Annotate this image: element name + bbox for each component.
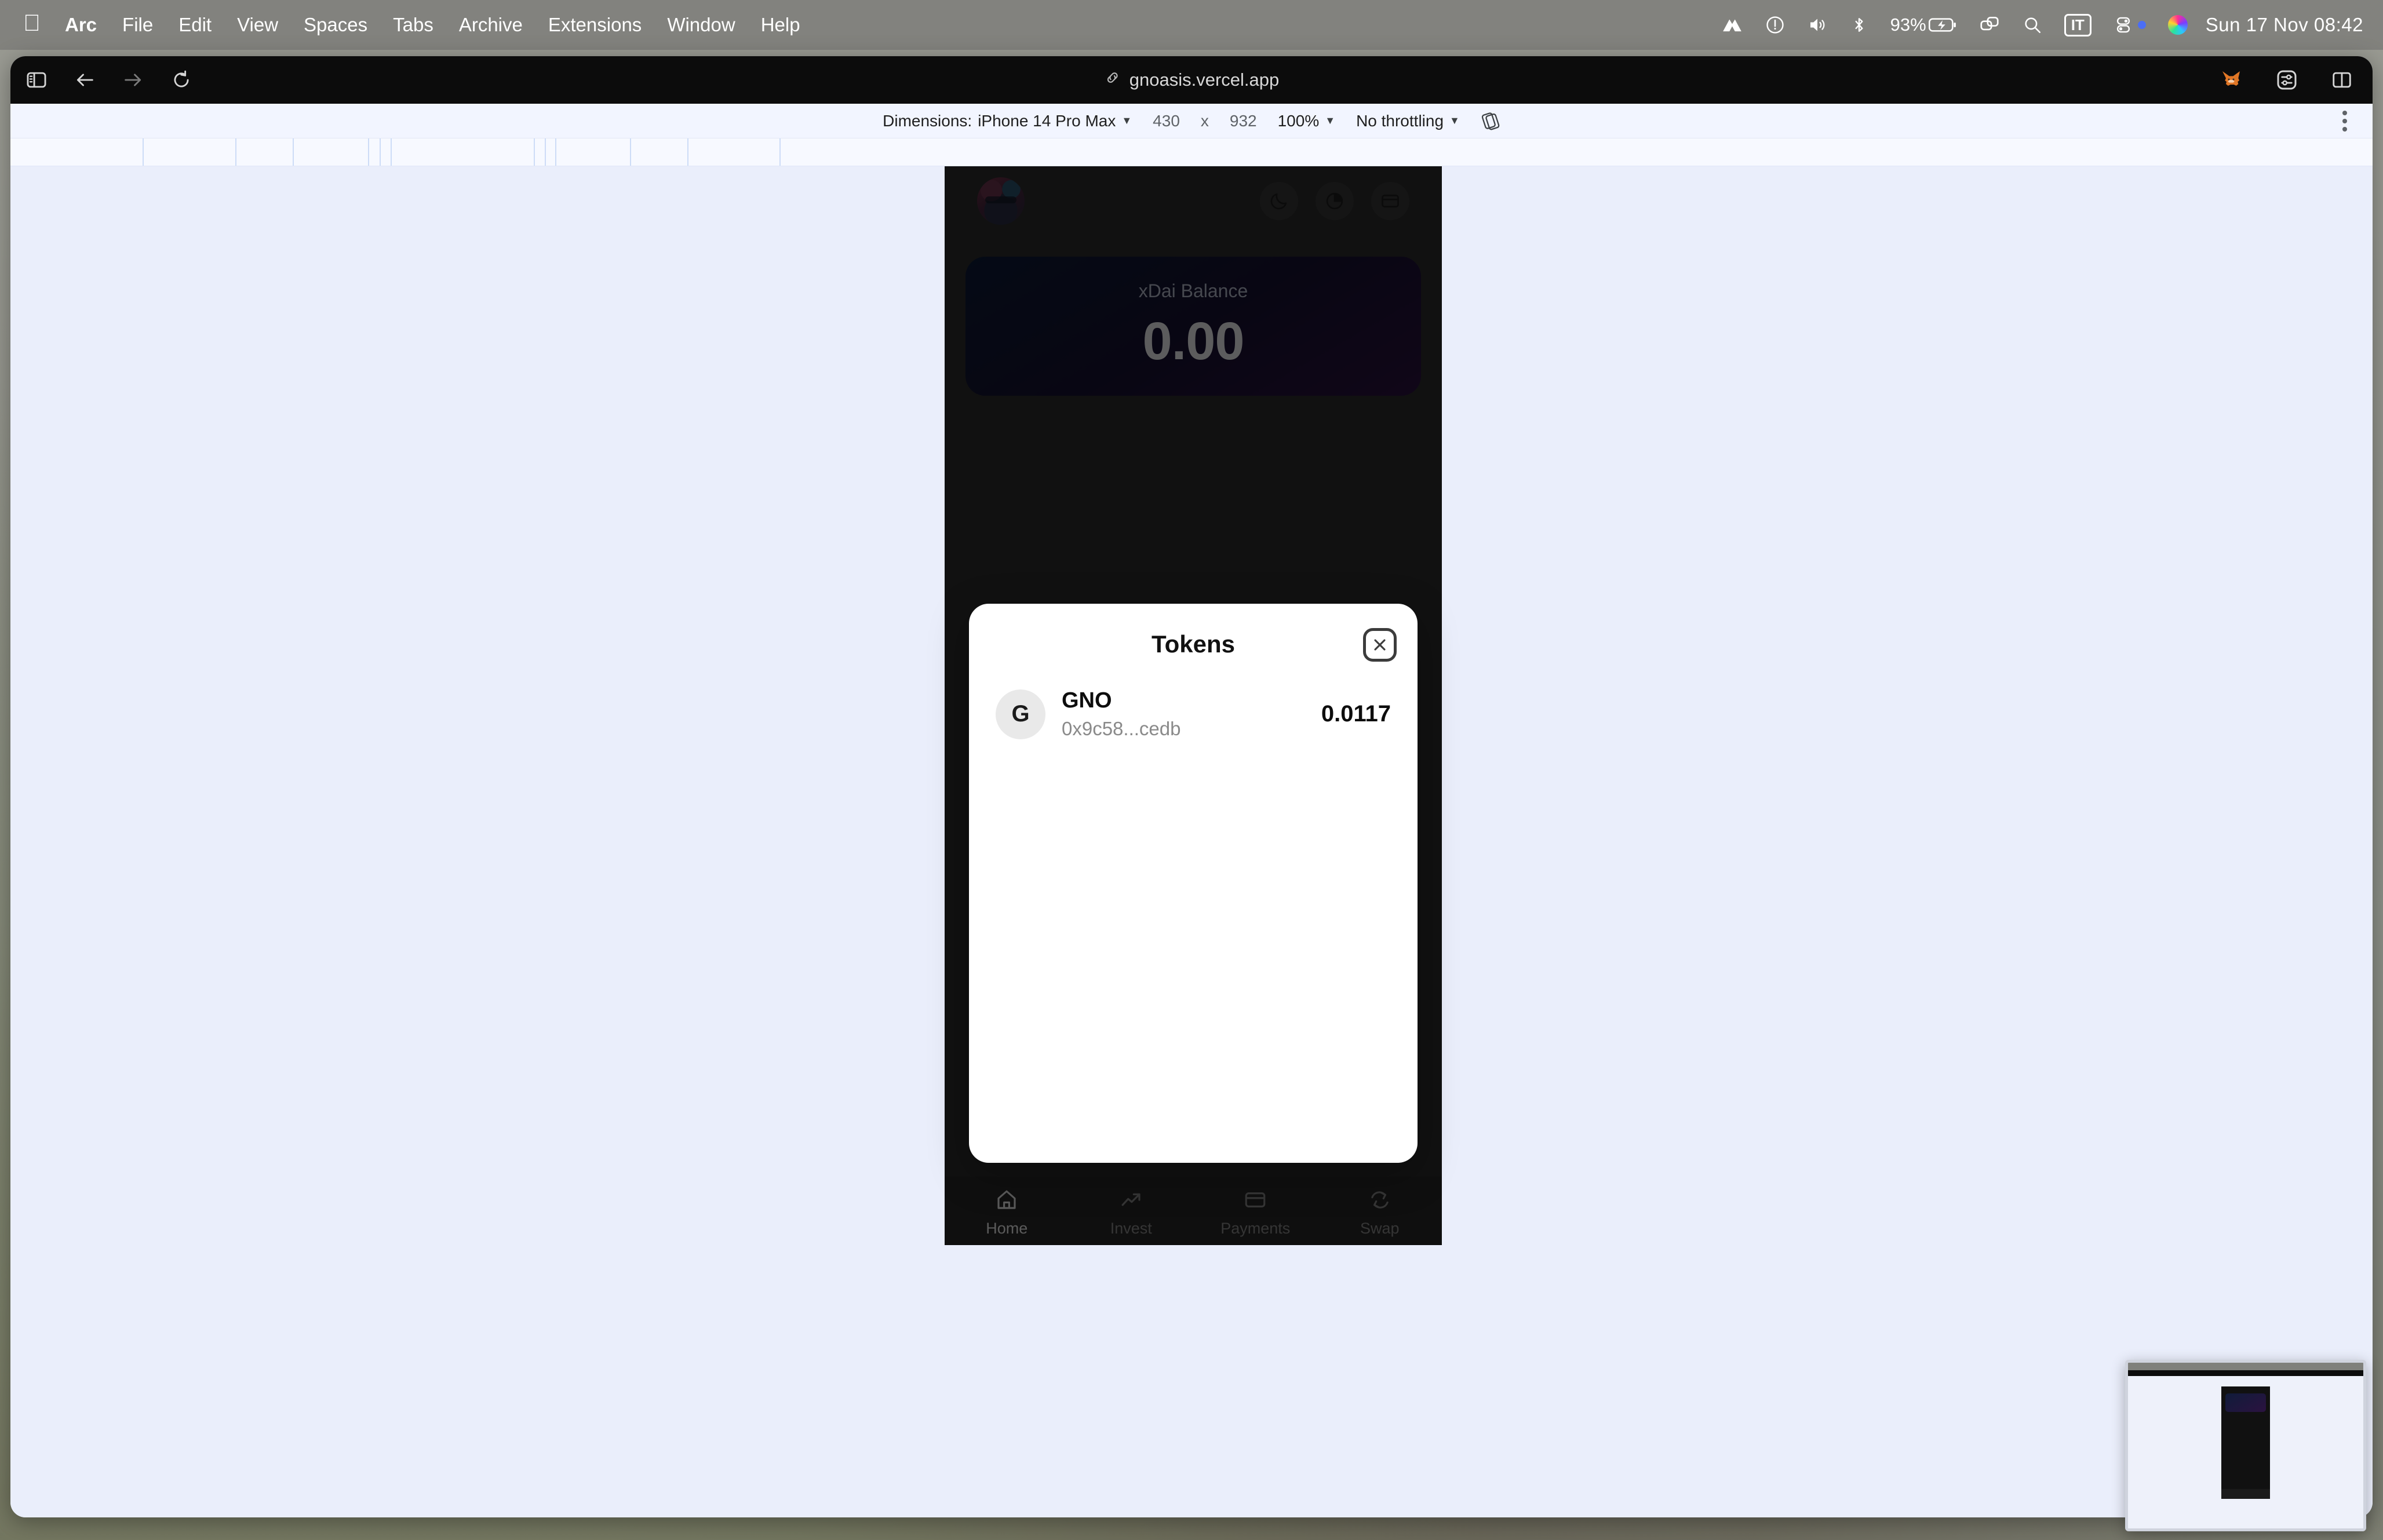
modal-title: Tokens <box>1152 630 1235 658</box>
status-dot <box>2137 21 2146 29</box>
token-symbol: GNO <box>1062 688 1112 713</box>
close-x-icon[interactable] <box>1363 628 1397 662</box>
control-center-icon[interactable] <box>2103 15 2157 35</box>
menu-item-archive[interactable]: Archive <box>446 14 535 36</box>
menu-item-arc[interactable]: Arc <box>52 14 110 36</box>
menu-item-tabs[interactable]: Tabs <box>380 14 446 36</box>
metamask-fox-icon[interactable] <box>2220 68 2243 92</box>
macos-menu-bar:  Arc File Edit View Spaces Tabs Archive… <box>0 0 2383 50</box>
token-row[interactable]: G GNO 0x9c58...cedb 0.0117 <box>996 688 1391 740</box>
token-amount: 0.0117 <box>1321 701 1391 727</box>
sliders-icon[interactable] <box>2275 68 2298 92</box>
preview-menu-bar <box>2128 1363 2363 1370</box>
zoom-select[interactable]: 100% ▼ <box>1267 112 1346 130</box>
device-preset-value: iPhone 14 Pro Max <box>978 111 1116 130</box>
throttling-select[interactable]: No throttling ▼ <box>1346 112 1470 130</box>
menu-item-extensions[interactable]: Extensions <box>535 14 654 36</box>
bluetooth-icon[interactable] <box>1839 16 1879 34</box>
menu-item-help[interactable]: Help <box>748 14 813 36</box>
forward-arrow-icon[interactable] <box>122 68 145 92</box>
preview-device-bar <box>2128 1376 2363 1381</box>
chevron-down-icon: ▼ <box>1449 115 1460 126</box>
page-viewport: xDai Balance 0.00 Home Invest Payments <box>10 166 2373 1517</box>
rotate-device-icon[interactable] <box>1470 111 1511 131</box>
device-preset-select[interactable]: Dimensions: iPhone 14 Pro Max ▼ <box>872 112 1142 130</box>
menu-item-file[interactable]: File <box>110 14 166 36</box>
battery-charging-icon <box>1928 18 1956 32</box>
chevron-down-icon: ▼ <box>1121 115 1132 126</box>
viewport-width-input[interactable]: 430 <box>1142 112 1190 130</box>
chevron-down-icon: ▼ <box>1325 115 1336 126</box>
devtools-ruler <box>10 138 2373 166</box>
token-avatar: G <box>996 689 1045 739</box>
browser-window: gnoasis.vercel.app Dimensions: iPhone 14… <box>10 56 2373 1517</box>
preview-balance-card <box>2225 1393 2266 1412</box>
keyboard-layout-indicator[interactable]: IT <box>2053 13 2103 37</box>
address-bar[interactable]: gnoasis.vercel.app <box>1104 69 1280 91</box>
menu-item-view[interactable]: View <box>224 14 291 36</box>
volume-icon[interactable] <box>1796 14 1839 35</box>
viewport-height-input[interactable]: 932 <box>1219 112 1267 130</box>
battery-percent-label: 93% <box>1890 14 1926 35</box>
menu-item-spaces[interactable]: Spaces <box>291 14 380 36</box>
battery-status[interactable]: 93% <box>1879 14 1967 35</box>
split-view-icon[interactable] <box>2331 69 2353 91</box>
menu-item-edit[interactable]: Edit <box>166 14 224 36</box>
devtools-menu-icon[interactable] <box>2342 110 2347 132</box>
screen-share-icon[interactable] <box>1967 14 2012 36</box>
siri-icon[interactable] <box>2157 15 2199 35</box>
sidebar-toggle-icon[interactable] <box>25 69 48 91</box>
devtools-device-toolbar: Dimensions: iPhone 14 Pro Max ▼ 430 x 93… <box>10 104 2373 138</box>
reload-icon[interactable] <box>170 69 192 91</box>
menu-bar-clock[interactable]: Sun 17 Nov 08:42 <box>2199 14 2363 36</box>
spotlight-search-icon[interactable] <box>2012 15 2053 35</box>
link-icon <box>1104 69 1121 91</box>
token-address: 0x9c58...cedb <box>1062 718 1181 739</box>
screen-share-preview[interactable] <box>2125 1360 2366 1531</box>
tokens-modal: Tokens G GNO 0x9c58...cedb 0.0117 <box>969 604 1418 1163</box>
preview-phone <box>2221 1386 2270 1499</box>
token-list: G GNO 0x9c58...cedb 0.0117 <box>969 658 1418 740</box>
throttling-value: No throttling <box>1356 111 1444 130</box>
preview-browser-bar <box>2128 1370 2363 1376</box>
zoom-value: 100% <box>1277 111 1320 130</box>
url-text: gnoasis.vercel.app <box>1129 70 1280 90</box>
dimension-separator: x <box>1200 111 1209 130</box>
dimensions-label: Dimensions: <box>883 111 972 130</box>
nordvpn-icon[interactable] <box>1710 14 1754 36</box>
back-arrow-icon[interactable] <box>73 68 96 92</box>
menu-item-window[interactable]: Window <box>654 14 748 36</box>
preview-body <box>2128 1381 2363 1528</box>
preview-bottom-nav <box>2221 1489 2270 1499</box>
browser-toolbar: gnoasis.vercel.app <box>10 56 2373 104</box>
preview-token-row <box>2226 1418 2265 1426</box>
warning-circle-icon[interactable] <box>1754 15 1796 35</box>
apple-logo-icon[interactable]:  <box>17 12 52 38</box>
